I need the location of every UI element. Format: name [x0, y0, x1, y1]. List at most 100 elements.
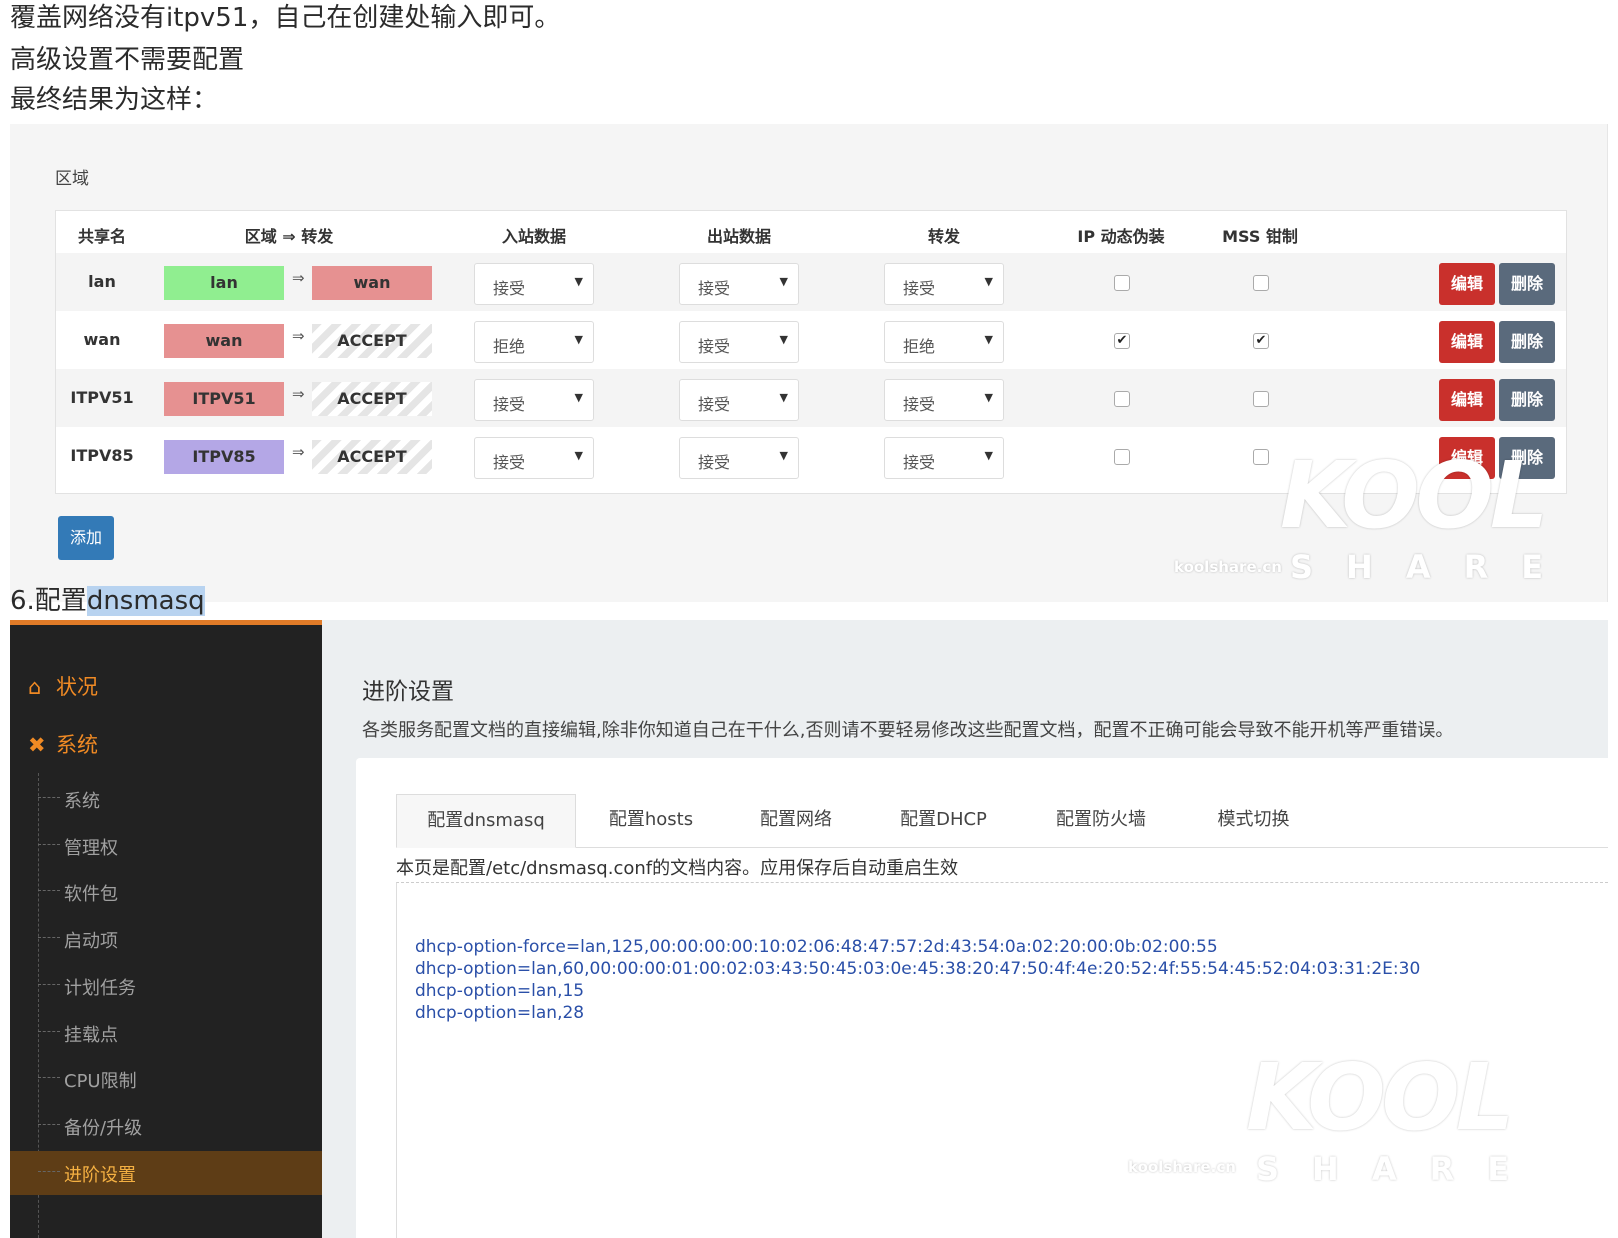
- koolshare-watermark: KOOL SHARE koolshare.cn: [1174, 442, 1570, 592]
- table-header: 共享名 区域 ⇒ 转发 入站数据 出站数据 转发 IP 动态伪装 MSS 钳制: [56, 211, 1566, 253]
- watermark-share: SHARE: [1290, 548, 1577, 586]
- home-icon: ⌂: [28, 675, 42, 699]
- delete-button[interactable]: 删除: [1499, 379, 1555, 421]
- masquerade-checkbox[interactable]: [1114, 391, 1130, 407]
- page-description: 各类服务配置文档的直接编辑,除非你知道自己在干什么,否则请不要轻易修改这些配置文…: [362, 720, 1454, 741]
- sidebar-item-label: 挂载点: [64, 1024, 118, 1046]
- forward-target-badge: ACCEPT: [312, 440, 432, 474]
- caret-down-icon: ▼: [779, 275, 788, 288]
- sidebar-item-1[interactable]: 管理权: [38, 824, 322, 868]
- table-row: lan lan ⇒ wan 接受 ▼ 接受 ▼ 接受 ▼ 编辑 删除: [56, 253, 1566, 313]
- tree-connector: [38, 1170, 60, 1172]
- output-policy-select[interactable]: 接受 ▼: [679, 379, 799, 421]
- masquerade-checkbox[interactable]: ✔: [1114, 333, 1130, 349]
- zone-badge: ITPV85: [164, 440, 284, 474]
- input-policy-select[interactable]: 接受 ▼: [474, 263, 594, 305]
- input-policy-select[interactable]: 接受 ▼: [474, 379, 594, 421]
- config-line: dhcp-option=lan,15: [415, 981, 585, 1001]
- nav-status[interactable]: ⌂ 状况: [28, 671, 98, 701]
- tab-bar: 配置dnsmasq 配置hosts 配置网络 配置DHCP 配置防火墙 模式切换: [396, 794, 1608, 848]
- header-masq: IP 动态伪装: [1077, 227, 1165, 246]
- edit-button[interactable]: 编辑: [1439, 379, 1495, 421]
- sidebar-item-5[interactable]: 挂载点: [38, 1011, 322, 1055]
- tab-4[interactable]: 配置防火墙: [1021, 794, 1181, 848]
- config-line: dhcp-option=lan,60,00:00:00:01:00:02:03:…: [415, 959, 1421, 979]
- heading-highlight: dnsmasq: [86, 586, 205, 616]
- masquerade-checkbox[interactable]: [1114, 449, 1130, 465]
- select-value: 接受: [698, 279, 731, 298]
- table-row: wan wan ⇒ ACCEPT 拒绝 ▼ 接受 ▼ 拒绝 ▼ ✔ ✔ 编辑 删除: [56, 311, 1566, 371]
- sidebar-item-label: 备份/升级: [64, 1117, 143, 1139]
- koolshare-watermark-2: KOOL SHARE koolshare.cn: [1128, 1044, 1546, 1194]
- tree-connector: [38, 1123, 60, 1125]
- select-value: 接受: [493, 279, 526, 298]
- select-value: 接受: [698, 453, 731, 472]
- mss-clamping-checkbox[interactable]: [1253, 449, 1269, 465]
- add-zone-button[interactable]: 添加: [58, 516, 114, 560]
- forward-policy-select[interactable]: 拒绝 ▼: [884, 321, 1004, 363]
- output-policy-select[interactable]: 接受 ▼: [679, 321, 799, 363]
- select-value: 接受: [493, 453, 526, 472]
- config-line: dhcp-option-force=lan,125,00:00:00:00:10…: [415, 937, 1218, 957]
- sidebar-item-8[interactable]: 进阶设置: [10, 1150, 322, 1195]
- output-policy-select[interactable]: 接受 ▼: [679, 263, 799, 305]
- mss-clamping-checkbox[interactable]: [1253, 391, 1269, 407]
- caret-down-icon: ▼: [574, 275, 583, 288]
- tab-1[interactable]: 配置hosts: [576, 794, 726, 848]
- caret-down-icon: ▼: [984, 449, 993, 462]
- caret-down-icon: ▼: [574, 333, 583, 346]
- sidebar-item-6[interactable]: CPU限制: [38, 1057, 322, 1101]
- select-value: 接受: [493, 395, 526, 414]
- section-title: 区域: [55, 169, 89, 189]
- delete-button[interactable]: 删除: [1499, 321, 1555, 363]
- sidebar-item-label: 软件包: [64, 884, 118, 906]
- tab-5[interactable]: 模式切换: [1181, 794, 1326, 848]
- select-value: 拒绝: [903, 337, 936, 356]
- tree-connector: [38, 983, 60, 985]
- sidebar-item-3[interactable]: 启动项: [38, 917, 322, 961]
- watermark-kool: KOOL: [1246, 1044, 1514, 1151]
- watermark-kool: KOOL: [1280, 442, 1548, 549]
- masquerade-checkbox[interactable]: [1114, 275, 1130, 291]
- zone-badge: wan: [164, 324, 284, 358]
- header-mss: MSS 钳制: [1222, 227, 1298, 246]
- tree-connector: [38, 1077, 60, 1079]
- select-value: 接受: [698, 337, 731, 356]
- forward-policy-select[interactable]: 接受 ▼: [884, 263, 1004, 305]
- arrow-icon: ⇒: [292, 327, 305, 345]
- watermark-site: koolshare.cn: [1174, 558, 1282, 576]
- edit-button[interactable]: 编辑: [1439, 321, 1495, 363]
- caret-down-icon: ▼: [779, 333, 788, 346]
- caret-down-icon: ▼: [984, 333, 993, 346]
- caret-down-icon: ▼: [984, 391, 993, 404]
- heading-prefix: 6.配置: [10, 586, 87, 616]
- tab-3[interactable]: 配置DHCP: [866, 794, 1021, 848]
- forward-policy-select[interactable]: 接受 ▼: [884, 379, 1004, 421]
- sidebar-item-0[interactable]: 系统: [38, 777, 322, 821]
- forward-target-badge: wan: [312, 266, 432, 300]
- input-policy-select[interactable]: 接受 ▼: [474, 437, 594, 479]
- edit-button[interactable]: 编辑: [1439, 263, 1495, 305]
- sidebar-item-4[interactable]: 计划任务: [38, 964, 322, 1008]
- sidebar-item-7[interactable]: 备份/升级: [38, 1104, 322, 1148]
- intro-line-2: 高级设置不需要配置: [10, 45, 245, 75]
- tab-0[interactable]: 配置dnsmasq: [396, 794, 576, 848]
- table-row: ITPV51 ITPV51 ⇒ ACCEPT 接受 ▼ 接受 ▼ 接受 ▼ 编辑 删除: [56, 369, 1566, 429]
- input-policy-select[interactable]: 拒绝 ▼: [474, 321, 594, 363]
- config-note: 本页是配置/etc/dnsmasq.conf的文档内容。应用保存后自动重启生效: [396, 858, 959, 879]
- header-input: 入站数据: [501, 227, 567, 246]
- forward-policy-select[interactable]: 接受 ▼: [884, 437, 1004, 479]
- mss-clamping-checkbox[interactable]: ✔: [1253, 333, 1269, 349]
- output-policy-select[interactable]: 接受 ▼: [679, 437, 799, 479]
- tab-2[interactable]: 配置网络: [726, 794, 866, 848]
- watermark-site: koolshare.cn: [1128, 1158, 1236, 1176]
- delete-button[interactable]: 删除: [1499, 263, 1555, 305]
- section-heading: 6.配置dnsmasq: [10, 584, 205, 618]
- sidebar-item-2[interactable]: 软件包: [38, 870, 322, 914]
- nav-system[interactable]: ✖ 系统: [28, 729, 98, 759]
- mss-clamping-checkbox[interactable]: [1253, 275, 1269, 291]
- zone-badge: ITPV51: [164, 382, 284, 416]
- sidebar-item-label: 系统: [64, 791, 100, 812]
- select-value: 拒绝: [493, 337, 526, 356]
- sidebar-item-label: 计划任务: [64, 977, 136, 999]
